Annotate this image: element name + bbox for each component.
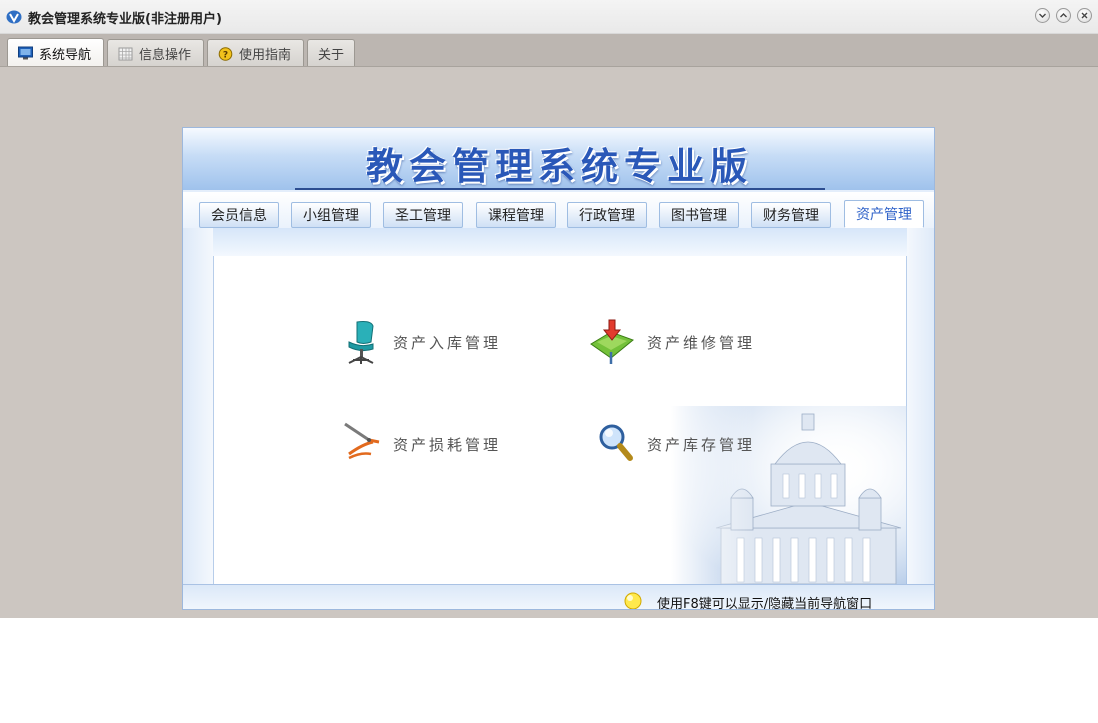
main-tab-strip: 系统导航 信息操作 ? 使用指南 关于: [0, 34, 1098, 67]
item-label: 资产维修管理: [647, 333, 756, 352]
window-title: 教会管理系统专业版(非注册用户): [28, 12, 222, 27]
lightbulb-icon: [624, 592, 642, 609]
magnifier-icon: [599, 424, 633, 461]
tab-label: 使用指南: [239, 48, 292, 63]
tip-text: 使用F8键可以显示/隐藏当前导航窗口: [657, 596, 873, 610]
grid-icon: [118, 47, 133, 60]
close-button[interactable]: [1077, 8, 1092, 23]
tab-label: 系统导航: [39, 47, 92, 63]
minimize-button[interactable]: [1035, 8, 1050, 23]
app-window: 教会管理系统专业版(非注册用户) 系统导航 信息操作 ? 使用指南 关于 教会管…: [0, 0, 1098, 618]
module-tab-course-management[interactable]: 课程管理: [476, 202, 556, 228]
banner: 教会管理系统专业版: [183, 128, 934, 190]
module-tab-member-info[interactable]: 会员信息: [199, 202, 279, 228]
item-label: 资产库存管理: [647, 435, 756, 454]
module-tab-library-management[interactable]: 图书管理: [659, 202, 739, 228]
item-label: 资产入库管理: [393, 333, 502, 352]
module-tab-bar: 会员信息 小组管理 圣工管理 课程管理 行政管理 图书管理 财务管理 资产管理: [183, 192, 934, 228]
office-chair-icon: [348, 321, 374, 364]
banner-title: 教会管理系统专业版: [366, 145, 753, 188]
module-tab-asset-management[interactable]: 资产管理: [844, 200, 924, 228]
tab-about[interactable]: 关于: [307, 39, 355, 67]
asset-loss-item[interactable]: 资产损耗管理: [343, 420, 501, 468]
asset-repair-item[interactable]: 资产维修管理: [589, 318, 755, 366]
tab-label: 信息操作: [139, 48, 192, 63]
asset-inventory-item[interactable]: 资产库存管理: [597, 420, 755, 468]
tip: 使用F8键可以显示/隐藏当前导航窗口: [623, 592, 873, 610]
pliers-icon: [344, 422, 380, 460]
svg-text:?: ?: [223, 50, 228, 60]
chevron-up-icon: [1060, 13, 1067, 18]
frame-top: [183, 228, 934, 256]
tab-system-navigation[interactable]: 系统导航: [7, 38, 104, 67]
title-bar[interactable]: 教会管理系统专业版(非注册用户): [0, 0, 1098, 34]
navigation-panel: 教会管理系统专业版 会员信息 小组管理 圣工管理 课程管理 行政管理 图书管理 …: [182, 127, 935, 610]
tab-label: 关于: [318, 48, 345, 63]
app-logo-icon: [6, 10, 22, 24]
chevron-down-icon: [1039, 13, 1046, 18]
module-tab-finance-management[interactable]: 财务管理: [751, 202, 831, 228]
module-tab-ministry-management[interactable]: 圣工管理: [383, 202, 463, 228]
monitor-icon: [18, 46, 33, 60]
item-label: 资产损耗管理: [393, 435, 502, 454]
repair-tools-icon: [590, 319, 634, 364]
asset-inbound-item[interactable]: 资产入库管理: [343, 318, 501, 366]
tab-info-operation[interactable]: 信息操作: [107, 39, 204, 67]
module-tab-admin-management[interactable]: 行政管理: [567, 202, 647, 228]
frame-right: [907, 228, 934, 584]
close-icon: [1081, 12, 1088, 19]
banner-divider: [295, 188, 825, 190]
frame-left: [183, 228, 213, 584]
maximize-button[interactable]: [1056, 8, 1071, 23]
module-tab-group-management[interactable]: 小组管理: [291, 202, 371, 228]
help-icon: ?: [218, 46, 233, 61]
tab-user-guide[interactable]: ? 使用指南: [207, 39, 304, 67]
